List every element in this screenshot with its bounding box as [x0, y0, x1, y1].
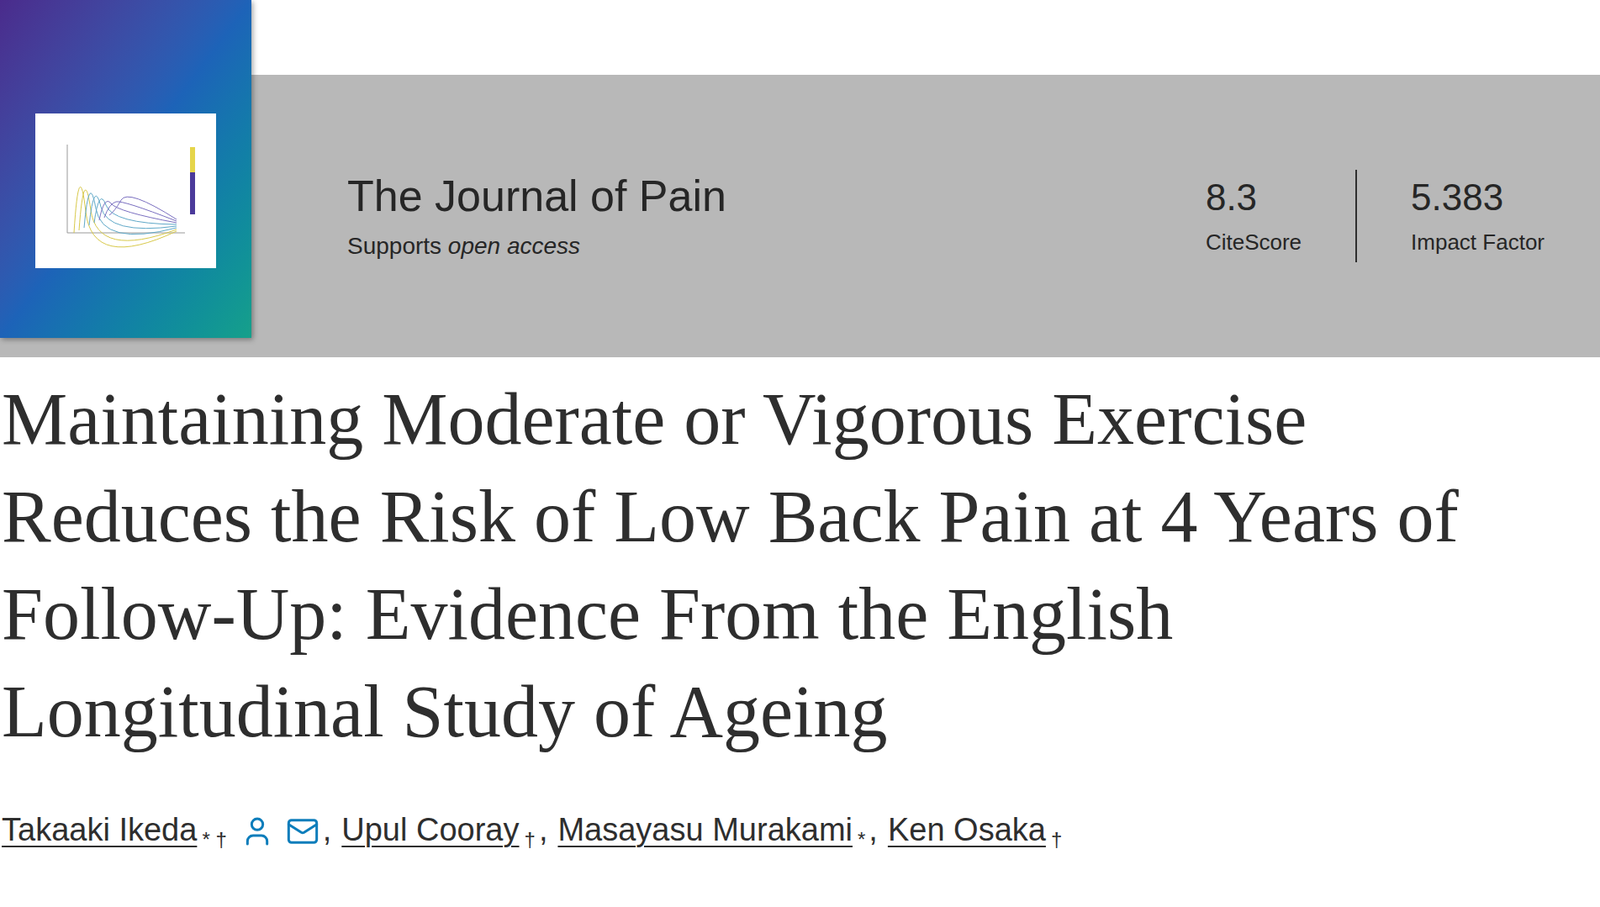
- email-icon[interactable]: [285, 814, 320, 849]
- title-line: Longitudinal Study of Ageing: [1, 663, 1600, 761]
- metric-label: Impact Factor: [1410, 227, 1545, 257]
- metric-label: CiteScore: [1205, 227, 1302, 257]
- author-name[interactable]: Upul Cooray: [341, 807, 519, 852]
- author-list: Takaaki Ikeda* †,Upul Cooray†,Masayasu M…: [0, 807, 1600, 852]
- metric[interactable]: 5.383 Impact Factor: [1410, 169, 1545, 263]
- article-title: Maintaining Moderate or Vigorous Exercis…: [0, 370, 1600, 761]
- cover-figure: [35, 113, 217, 269]
- journal-name[interactable]: The Journal of Pain: [347, 168, 1206, 223]
- open-access-note: Supports open access: [347, 229, 1206, 264]
- person-icon[interactable]: [240, 814, 275, 849]
- author-separator: ,: [538, 807, 549, 852]
- article-page: The Journal of PainSupports open access8…: [0, 0, 1600, 907]
- journal-info: The Journal of Pain Supports open access: [347, 168, 1206, 264]
- author: Ken Osaka†: [887, 807, 1062, 852]
- metric-divider: [1355, 169, 1358, 263]
- author-name[interactable]: Masayasu Murakami: [557, 807, 853, 852]
- title-line: Follow-Up: Evidence From the English: [1, 565, 1600, 664]
- author: Masayasu Murakami*,: [557, 807, 888, 852]
- author: Takaaki Ikeda* †,: [1, 807, 342, 852]
- metric-value: 5.383: [1410, 175, 1545, 220]
- author-name[interactable]: Takaaki Ikeda: [1, 807, 197, 852]
- journal-metrics: 8.3 CiteScore 5.383 Impact Factor: [1205, 169, 1545, 263]
- metric[interactable]: 8.3 CiteScore: [1205, 169, 1302, 263]
- title-line: Maintaining Moderate or Vigorous Exercis…: [1, 370, 1600, 469]
- author-separator: ,: [322, 807, 333, 852]
- title-line: Reduces the Risk of Low Back Pain at 4 Y…: [1, 468, 1600, 566]
- power-spectrum-icon: [50, 132, 202, 250]
- author-separator: ,: [868, 807, 878, 852]
- journal-cover[interactable]: [0, 0, 252, 338]
- author-name[interactable]: Ken Osaka: [887, 807, 1046, 852]
- metric-value: 8.3: [1205, 175, 1302, 220]
- author: Upul Cooray†,: [341, 807, 558, 852]
